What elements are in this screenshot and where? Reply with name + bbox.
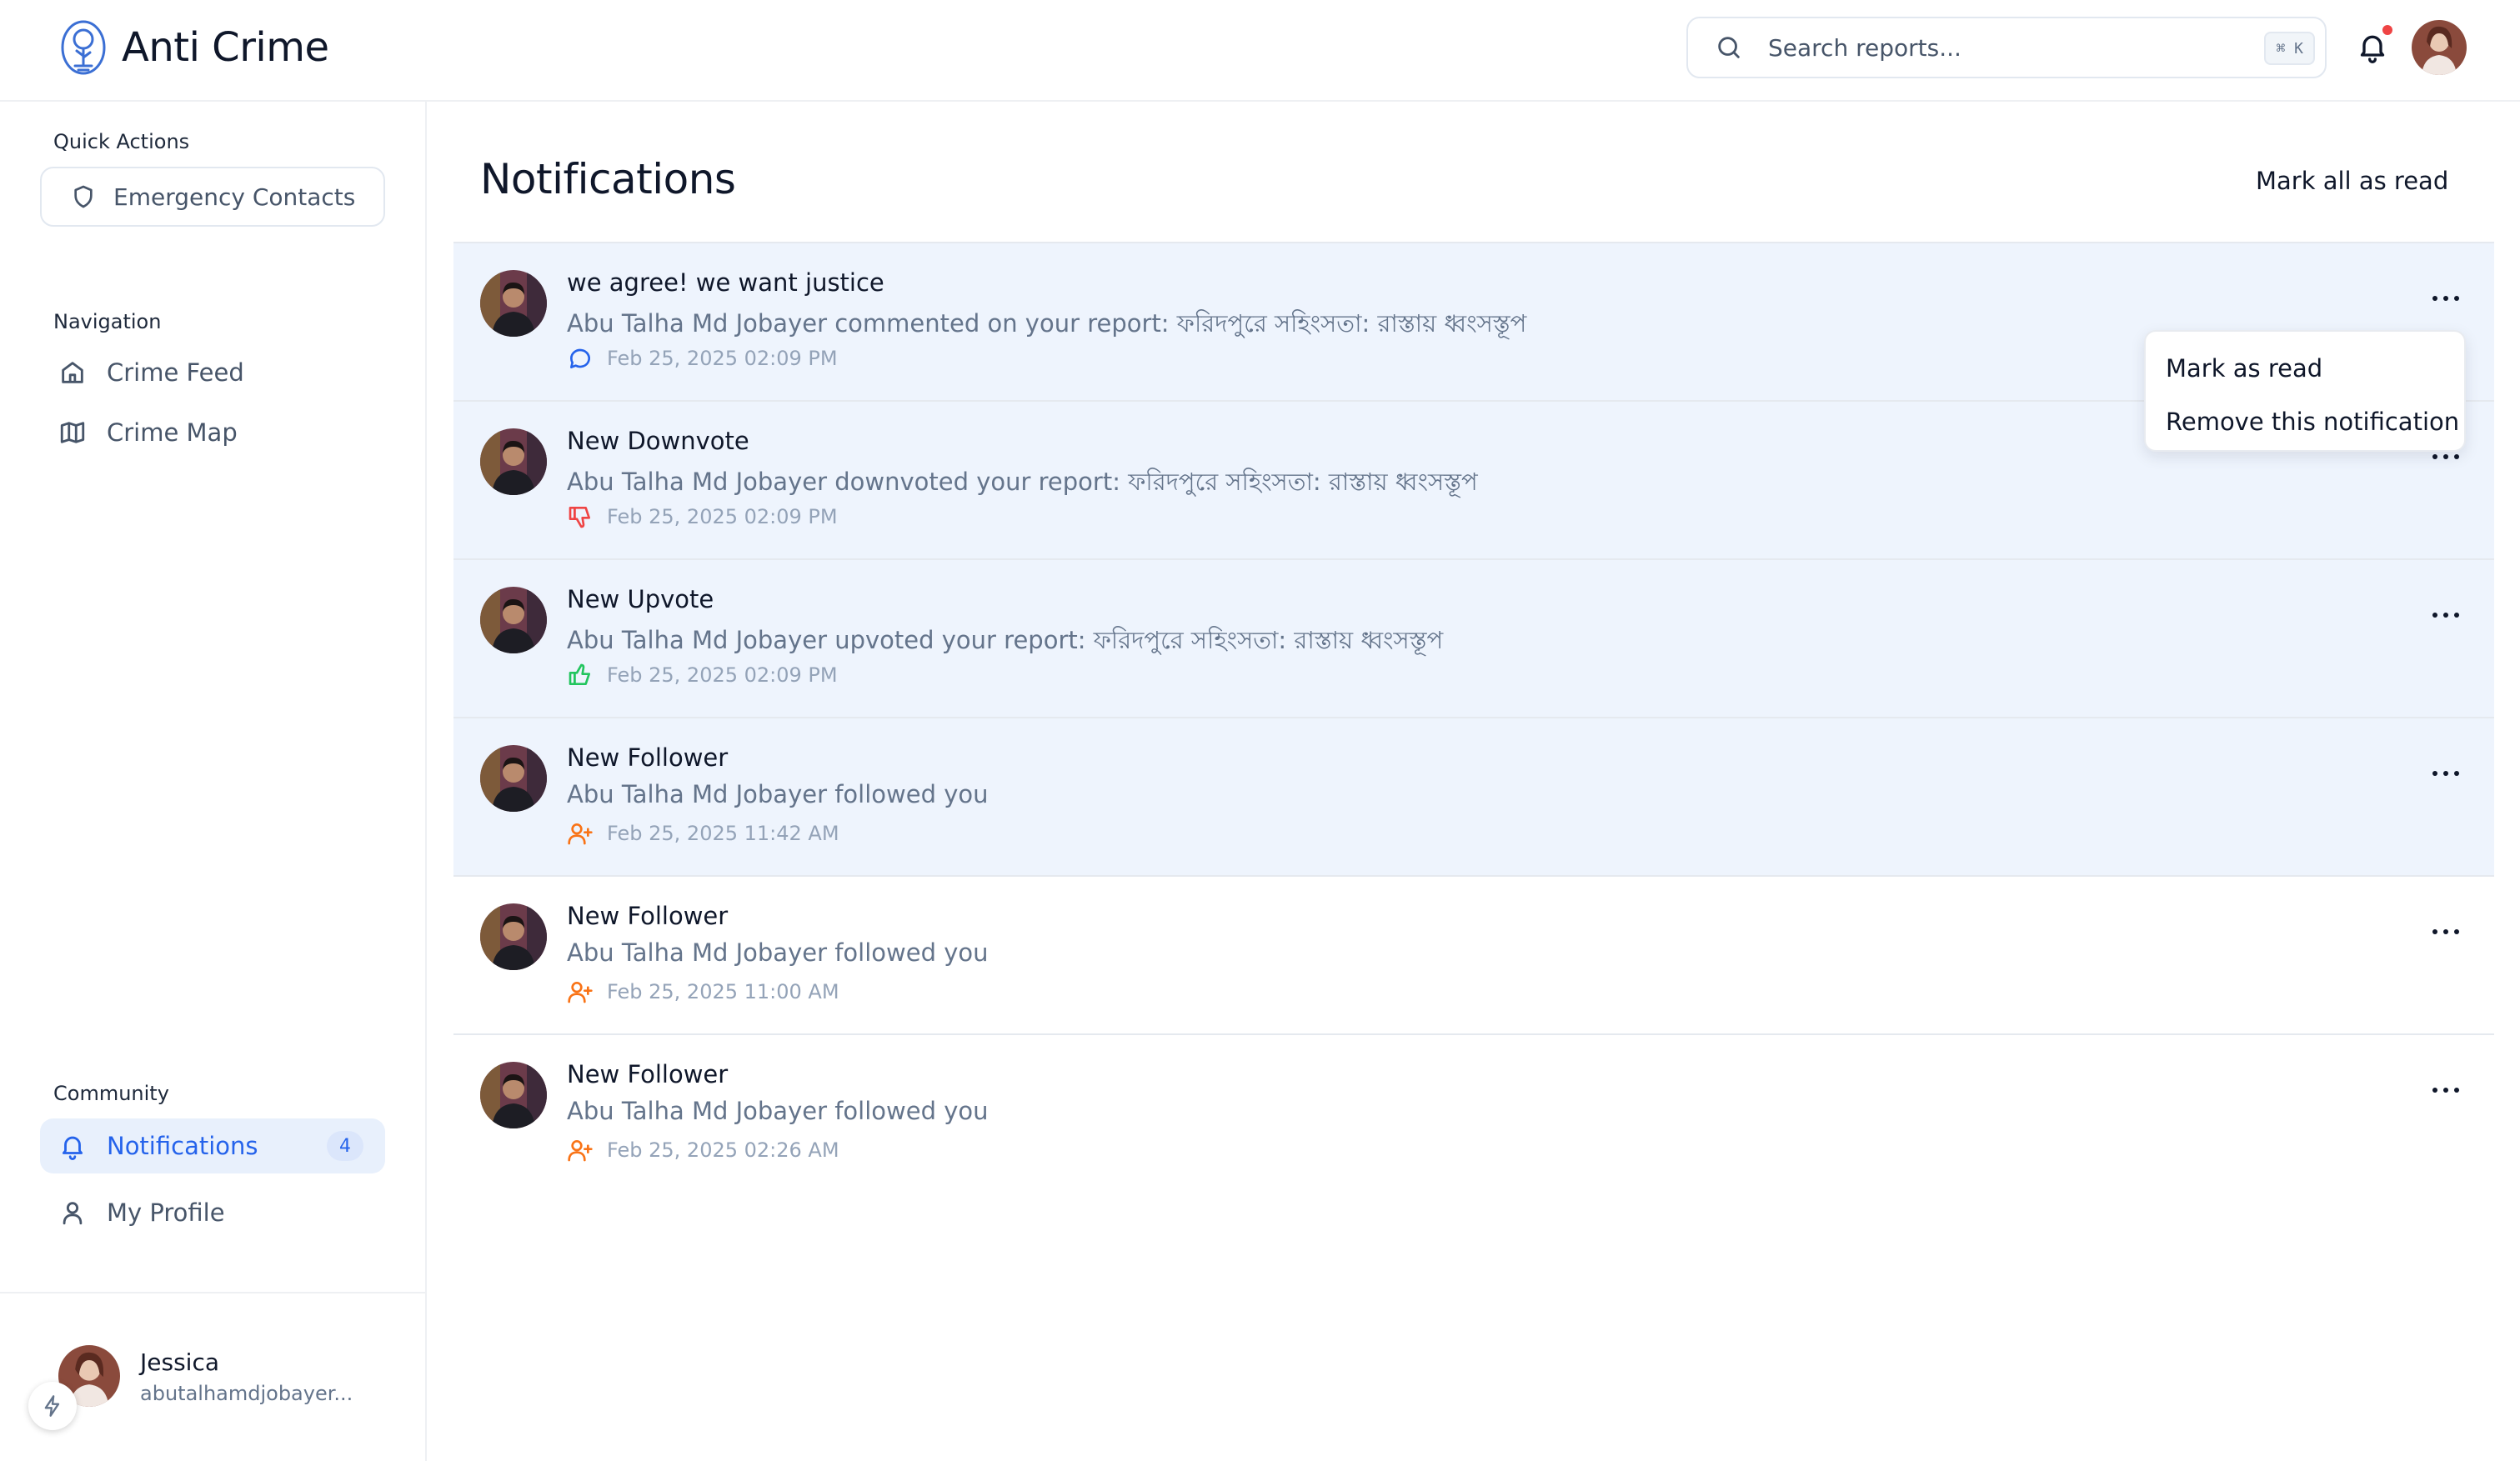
header-user-avatar[interactable] — [2412, 20, 2467, 75]
notification-time: Feb 25, 2025 11:42 AM — [607, 822, 839, 845]
notification-title: New Downvote — [567, 427, 749, 455]
actor-avatar[interactable] — [480, 745, 547, 812]
bell-icon — [62, 1136, 83, 1160]
notification-time: Feb 25, 2025 02:09 PM — [607, 347, 838, 370]
notification-time: Feb 25, 2025 02:26 AM — [607, 1138, 839, 1162]
user-icon — [63, 1202, 83, 1225]
keyboard-shortcut-hint: ⌘ K — [2264, 32, 2315, 65]
notification-title: New Follower — [567, 902, 729, 930]
more-options-icon[interactable] — [2426, 602, 2466, 628]
search-icon — [1718, 37, 1740, 58]
notification-meta: Feb 25, 2025 11:00 AM — [567, 978, 839, 1005]
notification-context-menu: Mark as read Remove this notification — [2144, 330, 2466, 452]
app-name: Anti Crime — [122, 24, 329, 71]
map-icon — [60, 422, 85, 443]
more-options-icon[interactable] — [2426, 760, 2466, 787]
notification-title: New Follower — [567, 1060, 729, 1088]
search-input[interactable] — [1768, 33, 2235, 62]
sidebar-item-label: Crime Map — [107, 418, 238, 447]
mark-all-as-read-button[interactable]: Mark all as read — [2256, 167, 2448, 195]
sidebar-item-crime-map[interactable]: Crime Map — [40, 405, 385, 460]
actor-avatar[interactable] — [480, 903, 547, 970]
actor-avatar[interactable] — [480, 428, 547, 495]
user-plus-icon — [567, 978, 607, 1005]
comment-icon — [567, 345, 607, 372]
notifications-count-badge: 4 — [327, 1131, 363, 1161]
notification-meta: Feb 25, 2025 11:42 AM — [567, 820, 839, 847]
thumbs-down-icon — [567, 503, 607, 530]
quick-actions-label: Quick Actions — [53, 130, 190, 153]
notification-message: Abu Talha Md Jobayer followed you — [567, 938, 989, 967]
bolt-icon — [44, 1395, 60, 1417]
notification-item[interactable]: New Follower Abu Talha Md Jobayer follow… — [453, 875, 2494, 1033]
notification-meta: Feb 25, 2025 02:09 PM — [567, 345, 838, 372]
notification-item[interactable]: New Upvote Abu Talha Md Jobayer upvoted … — [453, 558, 2494, 717]
sidebar-item-notifications[interactable]: Notifications 4 — [40, 1118, 385, 1173]
page-title: Notifications — [480, 155, 736, 203]
sidebar: Quick Actions Emergency Contacts Navigat… — [0, 102, 427, 1461]
notification-message: Abu Talha Md Jobayer upvoted your report… — [567, 626, 1444, 654]
actor-avatar[interactable] — [480, 587, 547, 653]
notification-title: New Upvote — [567, 585, 714, 613]
top-header: Anti Crime ⌘ K — [0, 0, 2520, 102]
shield-icon — [74, 185, 93, 208]
sidebar-item-label: Notifications — [107, 1132, 258, 1160]
notification-message: Abu Talha Md Jobayer commented on your r… — [567, 309, 1527, 338]
sidebar-item-crime-feed[interactable]: Crime Feed — [40, 345, 385, 400]
actor-avatar[interactable] — [480, 1062, 547, 1128]
community-label: Community — [53, 1082, 169, 1105]
actor-avatar[interactable] — [480, 270, 547, 337]
home-icon — [62, 362, 83, 383]
emergency-contacts-label: Emergency Contacts — [113, 183, 356, 211]
notification-time: Feb 25, 2025 11:00 AM — [607, 980, 839, 1003]
sidebar-item-my-profile[interactable]: My Profile — [40, 1185, 385, 1240]
notification-item[interactable]: New Follower Abu Talha Md Jobayer follow… — [453, 1033, 2494, 1192]
search-bar[interactable]: ⌘ K — [1686, 17, 2327, 78]
notification-meta: Feb 25, 2025 02:09 PM — [567, 503, 838, 530]
emergency-contacts-button[interactable]: Emergency Contacts — [40, 167, 385, 227]
sidebar-user-name: Jessica — [140, 1348, 219, 1376]
notification-title: we agree! we want justice — [567, 268, 884, 297]
sidebar-user-handle: abutalhamdjobayer... — [140, 1382, 353, 1405]
tree-logo-icon — [61, 20, 106, 75]
sidebar-item-label: My Profile — [107, 1198, 225, 1227]
quick-action-fab[interactable] — [28, 1382, 77, 1430]
notification-meta: Feb 25, 2025 02:26 AM — [567, 1137, 839, 1163]
notification-message: Abu Talha Md Jobayer followed you — [567, 1097, 989, 1125]
brand[interactable]: Anti Crime — [60, 18, 329, 77]
user-plus-icon — [567, 1137, 607, 1163]
menu-item-remove-notification[interactable]: Remove this notification — [2146, 395, 2464, 448]
unread-dot — [2381, 23, 2394, 37]
notification-message: Abu Talha Md Jobayer downvoted your repo… — [567, 468, 1478, 496]
user-plus-icon — [567, 820, 607, 847]
sidebar-item-label: Crime Feed — [107, 358, 244, 387]
notification-message: Abu Talha Md Jobayer followed you — [567, 780, 989, 808]
more-options-icon[interactable] — [2426, 1077, 2466, 1103]
notification-title: New Follower — [567, 743, 729, 772]
divider — [0, 1292, 425, 1293]
notification-time: Feb 25, 2025 02:09 PM — [607, 663, 838, 687]
notification-time: Feb 25, 2025 02:09 PM — [607, 505, 838, 528]
notification-item[interactable]: New Follower Abu Talha Md Jobayer follow… — [453, 717, 2494, 875]
navigation-label: Navigation — [53, 310, 162, 333]
notification-meta: Feb 25, 2025 02:09 PM — [567, 662, 838, 688]
menu-item-mark-as-read[interactable]: Mark as read — [2146, 342, 2464, 395]
more-options-icon[interactable] — [2426, 285, 2466, 312]
more-options-icon[interactable] — [2426, 918, 2466, 945]
thumbs-up-icon — [567, 662, 607, 688]
